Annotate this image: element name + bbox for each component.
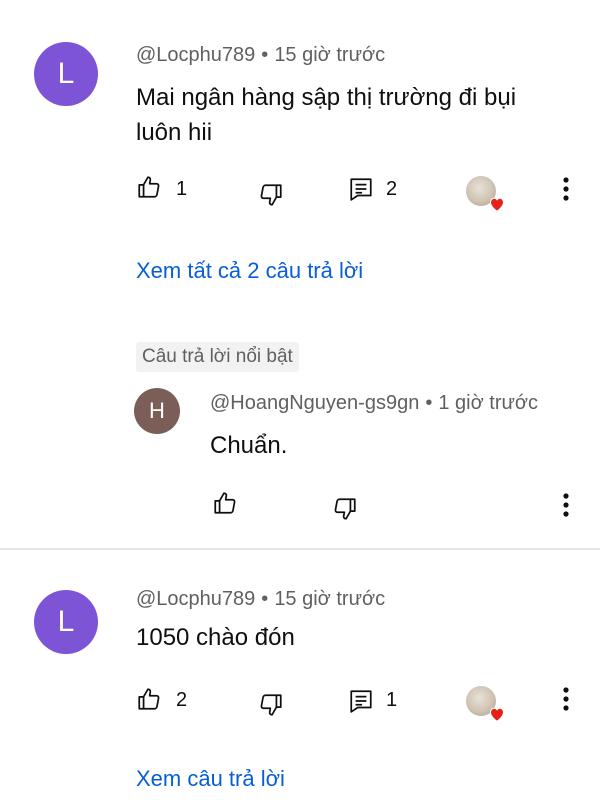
avatar-letter: L	[57, 605, 75, 638]
like-button[interactable]	[136, 174, 162, 200]
thumbs-up-icon	[138, 688, 160, 710]
more-vertical-icon	[563, 177, 569, 201]
view-replies-link[interactable]: Xem câu trả lời	[136, 766, 285, 792]
avatar-letter: H	[149, 398, 165, 423]
comment-time: 15 giờ trước	[274, 588, 386, 610]
avatar[interactable]: H	[134, 388, 180, 434]
meta-separator: •	[261, 44, 269, 66]
creator-heart-avatar	[466, 176, 505, 212]
view-replies-link[interactable]: Xem tất cả 2 câu trả lời	[136, 258, 363, 284]
reply-button[interactable]	[348, 176, 374, 202]
reply-text: Chuẩn.	[210, 432, 288, 459]
reply-icon	[350, 178, 372, 201]
thumbs-up-icon	[138, 176, 160, 198]
more-vertical-icon	[563, 687, 569, 711]
reply-author[interactable]: @HoangNguyen-gs9gn	[210, 392, 419, 414]
comments-page: L @Locphu789 • 15 giờ trước Mai ngân hàng …	[0, 0, 600, 800]
comment-text: Mai ngân hàng sập thị trường đi bụi luôn…	[136, 84, 517, 146]
heart-icon	[489, 707, 505, 722]
reply-meta: @HoangNguyen-gs9gn • 1 giờ trước	[210, 392, 538, 415]
reply-icon	[350, 690, 372, 713]
dislike-button[interactable]	[258, 692, 284, 718]
reply-count: 2	[386, 178, 398, 200]
thumbs-up-icon	[214, 492, 236, 514]
reply-time: 1 giờ trước	[438, 392, 538, 414]
more-button[interactable]	[556, 492, 576, 523]
more-button[interactable]	[556, 176, 576, 207]
highlighted-reply-label: Câu trả lời nổi bật	[136, 342, 299, 372]
like-count: 1	[176, 178, 188, 200]
dislike-button[interactable]	[258, 182, 284, 208]
thumbs-down-icon	[260, 694, 282, 716]
thumbs-down-icon	[260, 184, 282, 206]
avatar[interactable]: L	[34, 590, 98, 654]
comment-author[interactable]: @Locphu789	[136, 588, 255, 610]
avatar[interactable]: L	[34, 42, 98, 106]
meta-separator: •	[261, 588, 269, 610]
meta-separator: •	[425, 392, 433, 414]
thumbs-down-icon	[334, 498, 356, 520]
comment-text: 1050 chào đón	[136, 624, 295, 651]
creator-heart-avatar	[466, 686, 505, 722]
like-button[interactable]	[212, 490, 238, 516]
comment-time: 15 giờ trước	[274, 44, 386, 66]
heart-icon	[489, 197, 505, 212]
divider	[0, 548, 600, 550]
dislike-button[interactable]	[332, 496, 358, 522]
reply-button[interactable]	[348, 688, 374, 714]
like-count: 2	[176, 689, 188, 711]
comment-meta: @Locphu789 • 15 giờ trước	[136, 44, 385, 67]
comment-meta: @Locphu789 • 15 giờ trước	[136, 588, 385, 611]
comment-author[interactable]: @Locphu789	[136, 44, 255, 66]
like-button[interactable]	[136, 686, 162, 712]
more-button[interactable]	[556, 686, 576, 717]
avatar-letter: L	[57, 57, 75, 90]
more-vertical-icon	[563, 493, 569, 517]
reply-count: 1	[386, 689, 398, 711]
